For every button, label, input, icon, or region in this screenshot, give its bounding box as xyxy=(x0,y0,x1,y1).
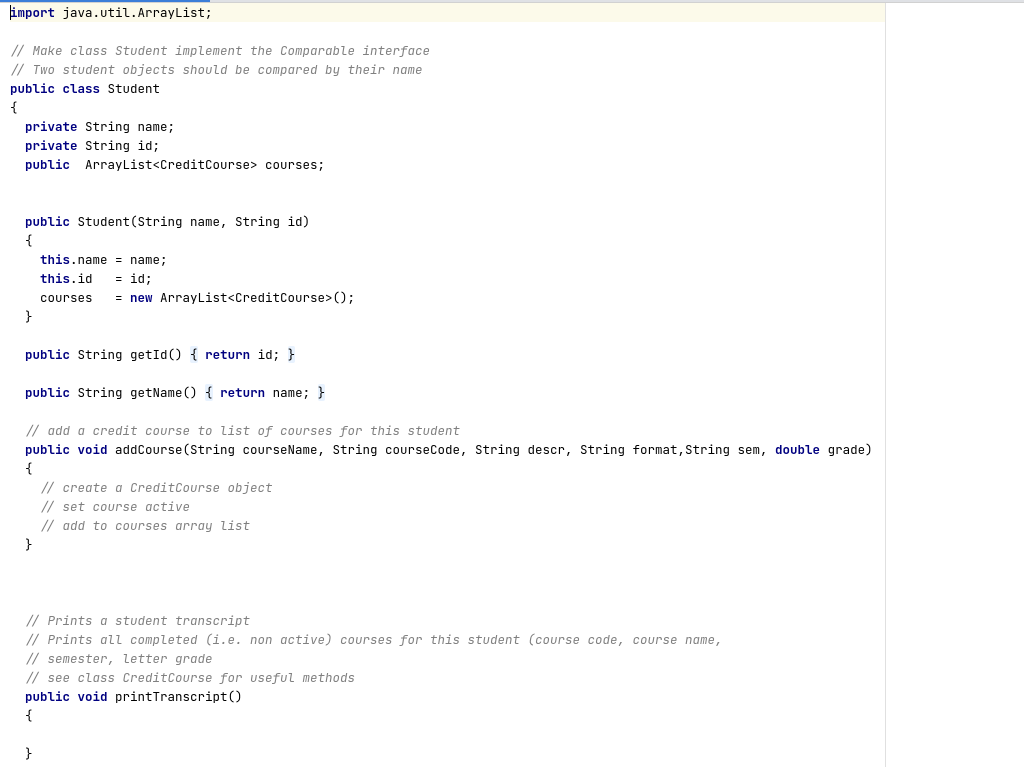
keyword: public xyxy=(25,346,70,363)
indent xyxy=(10,479,40,496)
keyword: public void xyxy=(25,688,108,705)
comment: // semester, letter grade xyxy=(25,650,213,667)
gutter xyxy=(0,3,8,767)
code-text: ArrayList<CreditCourse> courses; xyxy=(70,156,325,173)
brace: { xyxy=(10,460,33,477)
comment: // Two student objects should be compare… xyxy=(10,61,423,78)
keyword: return xyxy=(205,346,250,363)
keyword: private xyxy=(25,137,78,154)
keyword: public class xyxy=(10,80,100,97)
code-text: name; xyxy=(265,384,318,401)
indent xyxy=(10,137,25,154)
indent xyxy=(10,631,25,648)
brace: { xyxy=(10,707,33,724)
code-text: ArrayList<CreditCourse>(); xyxy=(153,289,356,306)
indent xyxy=(10,156,25,173)
comment: // Prints all completed (i.e. non active… xyxy=(25,631,723,648)
code-text: String getId() xyxy=(70,346,190,363)
source-code[interactable]: import java.util.ArrayList; // Make clas… xyxy=(10,3,885,763)
right-pane xyxy=(886,3,1024,767)
indent xyxy=(10,270,40,287)
indent xyxy=(10,118,25,135)
keyword: public xyxy=(25,384,70,401)
keyword: double xyxy=(775,441,820,458)
comment: // Prints a student transcript xyxy=(25,612,250,629)
keyword: public xyxy=(25,213,70,230)
comment: // add to courses array list xyxy=(40,517,250,534)
brace-match: { xyxy=(205,384,213,401)
indent xyxy=(10,441,25,458)
code-text: Student(String name, String id) xyxy=(70,213,310,230)
indent xyxy=(10,669,25,686)
indent xyxy=(10,498,40,515)
code-text: java.util.ArrayList; xyxy=(55,4,213,21)
brace: } xyxy=(10,745,33,762)
indent xyxy=(10,422,25,439)
indent xyxy=(10,251,40,268)
code-text: String id; xyxy=(78,137,161,154)
comment: // Make class Student implement the Comp… xyxy=(10,42,430,59)
keyword: public xyxy=(25,156,70,173)
brace: { xyxy=(10,232,33,249)
code-text: .id = id; xyxy=(70,270,153,287)
keyword: private xyxy=(25,118,78,135)
brace-match: { xyxy=(190,346,198,363)
indent xyxy=(10,213,25,230)
indent xyxy=(10,517,40,534)
comment: // see class CreditCourse for useful met… xyxy=(25,669,355,686)
keyword: public void xyxy=(25,441,108,458)
keyword: this xyxy=(40,251,70,268)
comment: // set course active xyxy=(40,498,190,515)
brace: } xyxy=(10,308,33,325)
brace-match: } xyxy=(318,384,326,401)
comment: // add a credit course to list of course… xyxy=(25,422,460,439)
indent xyxy=(10,688,25,705)
code-text: id; xyxy=(250,346,288,363)
code-text: grade) xyxy=(820,441,873,458)
comment: // create a CreditCourse object xyxy=(40,479,273,496)
code-text: addCourse(String courseName, String cour… xyxy=(108,441,776,458)
indent xyxy=(10,346,25,363)
indent xyxy=(10,612,25,629)
keyword: new xyxy=(130,289,153,306)
code-text: courses = xyxy=(10,289,130,306)
keyword: this xyxy=(40,270,70,287)
code-text xyxy=(198,346,206,363)
code-text: String getName() xyxy=(70,384,205,401)
brace-match: } xyxy=(288,346,296,363)
code-text: Student xyxy=(100,80,160,97)
code-editor[interactable]: import java.util.ArrayList; // Make clas… xyxy=(8,3,885,767)
code-text: String name; xyxy=(78,118,176,135)
editor-container: import java.util.ArrayList; // Make clas… xyxy=(0,3,1024,767)
code-text xyxy=(213,384,221,401)
code-text: printTranscript() xyxy=(108,688,243,705)
text-cursor xyxy=(10,5,11,20)
brace: { xyxy=(10,99,18,116)
keyword-import: import xyxy=(10,4,55,21)
code-text: .name = name; xyxy=(70,251,168,268)
indent xyxy=(10,384,25,401)
indent xyxy=(10,650,25,667)
keyword: return xyxy=(220,384,265,401)
brace: } xyxy=(10,536,33,553)
